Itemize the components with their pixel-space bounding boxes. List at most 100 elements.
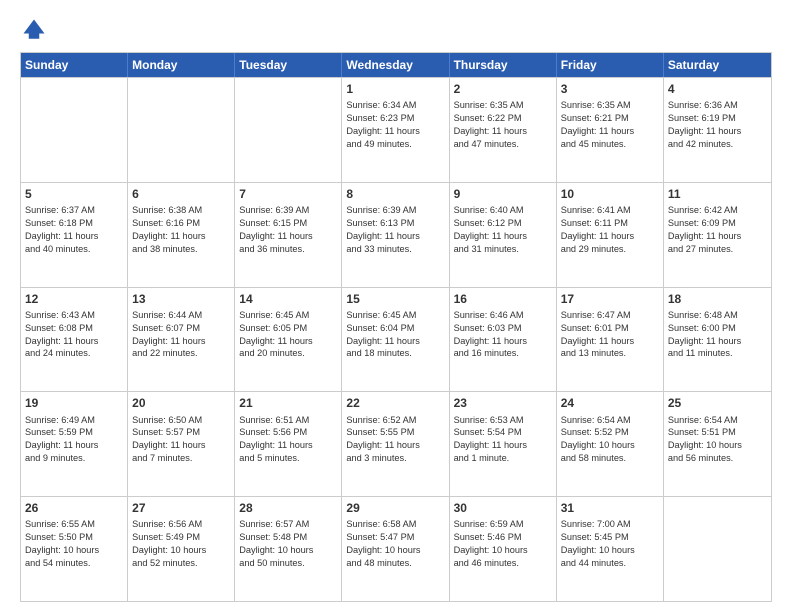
cell-info: Sunrise: 6:41 AM Sunset: 6:11 PM Dayligh… bbox=[561, 204, 659, 256]
cell-info: Sunrise: 6:43 AM Sunset: 6:08 PM Dayligh… bbox=[25, 309, 123, 361]
cell-info: Sunrise: 6:57 AM Sunset: 5:48 PM Dayligh… bbox=[239, 518, 337, 570]
calendar-cell: 29 Sunrise: 6:58 AM Sunset: 5:47 PM Dayli… bbox=[342, 497, 449, 601]
cell-info: Sunrise: 6:54 AM Sunset: 5:52 PM Dayligh… bbox=[561, 414, 659, 466]
calendar-cell: 3Sunrise: 6:35 AM Sunset: 6:21 PM Daylig… bbox=[557, 78, 664, 182]
calendar-cell: 11 Sunrise: 6:42 AM Sunset: 6:09 PM Dayli… bbox=[664, 183, 771, 287]
cell-info: Sunrise: 6:45 AM Sunset: 6:05 PM Dayligh… bbox=[239, 309, 337, 361]
calendar-cell: 26Sunrise: 6:55 AM Sunset: 5:50 PM Dayli… bbox=[21, 497, 128, 601]
calendar-cell: 1Sunrise: 6:34 AM Sunset: 6:23 PM Daylig… bbox=[342, 78, 449, 182]
weekday-header: Wednesday bbox=[342, 53, 449, 77]
calendar-cell: 6 Sunrise: 6:38 AM Sunset: 6:16 PM Daylig… bbox=[128, 183, 235, 287]
calendar-cell: 7 Sunrise: 6:39 AM Sunset: 6:15 PM Daylig… bbox=[235, 183, 342, 287]
cell-info: Sunrise: 6:42 AM Sunset: 6:09 PM Dayligh… bbox=[668, 204, 767, 256]
calendar-cell: 5 Sunrise: 6:37 AM Sunset: 6:18 PM Daylig… bbox=[21, 183, 128, 287]
day-number: 8 bbox=[346, 186, 444, 202]
calendar-cell bbox=[235, 78, 342, 182]
cell-info: Sunrise: 7:00 AM Sunset: 5:45 PM Dayligh… bbox=[561, 518, 659, 570]
page-container: SundayMondayTuesdayWednesdayThursdayFrid… bbox=[0, 0, 792, 612]
day-number: 24 bbox=[561, 395, 659, 411]
calendar-cell: 27 Sunrise: 6:56 AM Sunset: 5:49 PM Dayli… bbox=[128, 497, 235, 601]
cell-info: Sunrise: 6:58 AM Sunset: 5:47 PM Dayligh… bbox=[346, 518, 444, 570]
weekday-header: Saturday bbox=[664, 53, 771, 77]
day-number: 30 bbox=[454, 500, 552, 516]
calendar-header: SundayMondayTuesdayWednesdayThursdayFrid… bbox=[21, 53, 771, 77]
day-number: 18 bbox=[668, 291, 767, 307]
calendar-cell: 18 Sunrise: 6:48 AM Sunset: 6:00 PM Dayli… bbox=[664, 288, 771, 392]
calendar-cell bbox=[664, 497, 771, 601]
calendar-cell: 17 Sunrise: 6:47 AM Sunset: 6:01 PM Dayli… bbox=[557, 288, 664, 392]
calendar-cell: 2 Sunrise: 6:35 AM Sunset: 6:22 PM Daylig… bbox=[450, 78, 557, 182]
calendar-cell: 8Sunrise: 6:39 AM Sunset: 6:13 PM Daylig… bbox=[342, 183, 449, 287]
weekday-header: Tuesday bbox=[235, 53, 342, 77]
weekday-header: Thursday bbox=[450, 53, 557, 77]
calendar-week-row: 12 Sunrise: 6:43 AM Sunset: 6:08 PM Dayli… bbox=[21, 287, 771, 392]
cell-info: Sunrise: 6:37 AM Sunset: 6:18 PM Dayligh… bbox=[25, 204, 123, 256]
calendar-cell: 28 Sunrise: 6:57 AM Sunset: 5:48 PM Dayli… bbox=[235, 497, 342, 601]
calendar-week-row: 1Sunrise: 6:34 AM Sunset: 6:23 PM Daylig… bbox=[21, 77, 771, 182]
day-number: 22 bbox=[346, 395, 444, 411]
cell-info: Sunrise: 6:51 AM Sunset: 5:56 PM Dayligh… bbox=[239, 414, 337, 466]
cell-info: Sunrise: 6:40 AM Sunset: 6:12 PM Dayligh… bbox=[454, 204, 552, 256]
calendar-week-row: 26Sunrise: 6:55 AM Sunset: 5:50 PM Dayli… bbox=[21, 496, 771, 601]
calendar-cell: 20Sunrise: 6:50 AM Sunset: 5:57 PM Dayli… bbox=[128, 392, 235, 496]
logo bbox=[20, 16, 52, 44]
weekday-header: Monday bbox=[128, 53, 235, 77]
calendar-cell: 30 Sunrise: 6:59 AM Sunset: 5:46 PM Dayli… bbox=[450, 497, 557, 601]
day-number: 4 bbox=[668, 81, 767, 97]
cell-info: Sunrise: 6:54 AM Sunset: 5:51 PM Dayligh… bbox=[668, 414, 767, 466]
calendar-cell: 19Sunrise: 6:49 AM Sunset: 5:59 PM Dayli… bbox=[21, 392, 128, 496]
cell-info: Sunrise: 6:52 AM Sunset: 5:55 PM Dayligh… bbox=[346, 414, 444, 466]
calendar-cell: 9Sunrise: 6:40 AM Sunset: 6:12 PM Daylig… bbox=[450, 183, 557, 287]
day-number: 5 bbox=[25, 186, 123, 202]
day-number: 13 bbox=[132, 291, 230, 307]
cell-info: Sunrise: 6:50 AM Sunset: 5:57 PM Dayligh… bbox=[132, 414, 230, 466]
cell-info: Sunrise: 6:53 AM Sunset: 5:54 PM Dayligh… bbox=[454, 414, 552, 466]
cell-info: Sunrise: 6:39 AM Sunset: 6:15 PM Dayligh… bbox=[239, 204, 337, 256]
calendar-cell: 24 Sunrise: 6:54 AM Sunset: 5:52 PM Dayli… bbox=[557, 392, 664, 496]
cell-info: Sunrise: 6:34 AM Sunset: 6:23 PM Dayligh… bbox=[346, 99, 444, 151]
weekday-header: Sunday bbox=[21, 53, 128, 77]
weekday-header: Friday bbox=[557, 53, 664, 77]
cell-info: Sunrise: 6:49 AM Sunset: 5:59 PM Dayligh… bbox=[25, 414, 123, 466]
day-number: 14 bbox=[239, 291, 337, 307]
cell-info: Sunrise: 6:35 AM Sunset: 6:21 PM Dayligh… bbox=[561, 99, 659, 151]
calendar-cell: 13 Sunrise: 6:44 AM Sunset: 6:07 PM Dayli… bbox=[128, 288, 235, 392]
day-number: 16 bbox=[454, 291, 552, 307]
day-number: 28 bbox=[239, 500, 337, 516]
day-number: 26 bbox=[25, 500, 123, 516]
calendar-cell: 25 Sunrise: 6:54 AM Sunset: 5:51 PM Dayli… bbox=[664, 392, 771, 496]
cell-info: Sunrise: 6:59 AM Sunset: 5:46 PM Dayligh… bbox=[454, 518, 552, 570]
calendar-cell: 16Sunrise: 6:46 AM Sunset: 6:03 PM Dayli… bbox=[450, 288, 557, 392]
day-number: 12 bbox=[25, 291, 123, 307]
calendar-cell: 21 Sunrise: 6:51 AM Sunset: 5:56 PM Dayli… bbox=[235, 392, 342, 496]
day-number: 27 bbox=[132, 500, 230, 516]
cell-info: Sunrise: 6:44 AM Sunset: 6:07 PM Dayligh… bbox=[132, 309, 230, 361]
calendar-cell bbox=[128, 78, 235, 182]
day-number: 10 bbox=[561, 186, 659, 202]
calendar-body: 1Sunrise: 6:34 AM Sunset: 6:23 PM Daylig… bbox=[21, 77, 771, 601]
calendar-week-row: 5 Sunrise: 6:37 AM Sunset: 6:18 PM Daylig… bbox=[21, 182, 771, 287]
cell-info: Sunrise: 6:38 AM Sunset: 6:16 PM Dayligh… bbox=[132, 204, 230, 256]
day-number: 29 bbox=[346, 500, 444, 516]
day-number: 11 bbox=[668, 186, 767, 202]
day-number: 17 bbox=[561, 291, 659, 307]
calendar-cell: 31Sunrise: 7:00 AM Sunset: 5:45 PM Dayli… bbox=[557, 497, 664, 601]
day-number: 21 bbox=[239, 395, 337, 411]
day-number: 2 bbox=[454, 81, 552, 97]
day-number: 25 bbox=[668, 395, 767, 411]
day-number: 6 bbox=[132, 186, 230, 202]
calendar-cell: 23 Sunrise: 6:53 AM Sunset: 5:54 PM Dayli… bbox=[450, 392, 557, 496]
calendar-cell bbox=[21, 78, 128, 182]
cell-info: Sunrise: 6:48 AM Sunset: 6:00 PM Dayligh… bbox=[668, 309, 767, 361]
calendar-cell: 22 Sunrise: 6:52 AM Sunset: 5:55 PM Dayli… bbox=[342, 392, 449, 496]
cell-info: Sunrise: 6:45 AM Sunset: 6:04 PM Dayligh… bbox=[346, 309, 444, 361]
cell-info: Sunrise: 6:56 AM Sunset: 5:49 PM Dayligh… bbox=[132, 518, 230, 570]
cell-info: Sunrise: 6:35 AM Sunset: 6:22 PM Dayligh… bbox=[454, 99, 552, 151]
cell-info: Sunrise: 6:47 AM Sunset: 6:01 PM Dayligh… bbox=[561, 309, 659, 361]
calendar-cell: 12 Sunrise: 6:43 AM Sunset: 6:08 PM Dayli… bbox=[21, 288, 128, 392]
day-number: 7 bbox=[239, 186, 337, 202]
calendar-cell: 14 Sunrise: 6:45 AM Sunset: 6:05 PM Dayli… bbox=[235, 288, 342, 392]
header bbox=[20, 16, 772, 44]
cell-info: Sunrise: 6:36 AM Sunset: 6:19 PM Dayligh… bbox=[668, 99, 767, 151]
day-number: 23 bbox=[454, 395, 552, 411]
